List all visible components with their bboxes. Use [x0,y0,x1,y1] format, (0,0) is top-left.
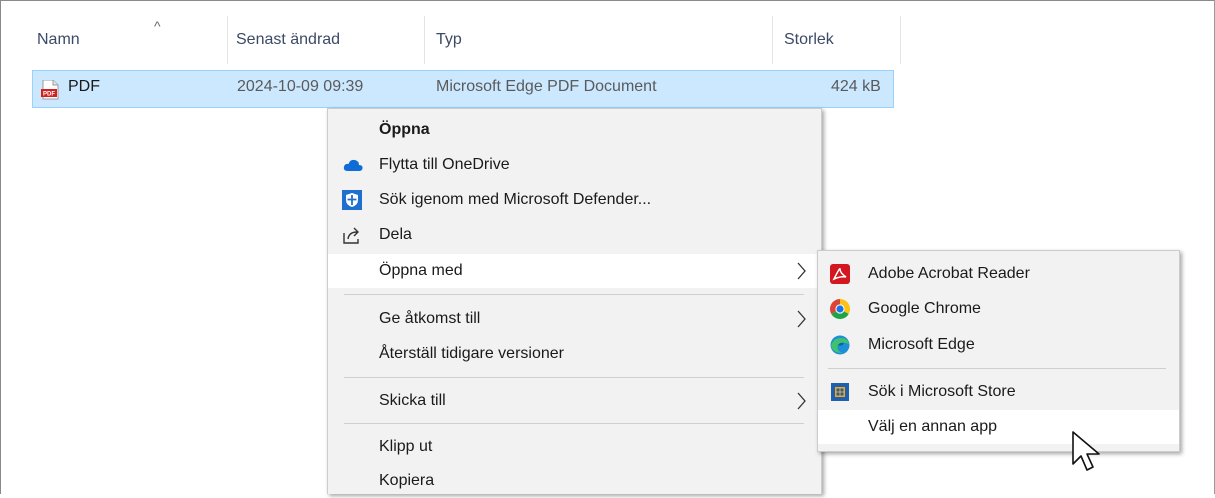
menu-separator [828,368,1166,369]
submenu-item-acrobat-label: Adobe Acrobat Reader [868,265,1030,282]
onedrive-cloud-icon [343,155,363,175]
menu-item-give-access-label: Ge åtkomst till [379,310,481,327]
menu-item-move-onedrive[interactable]: Flytta till OneDrive [328,148,821,182]
menu-item-open[interactable]: Öppna [328,113,821,147]
menu-item-share[interactable]: Dela [328,218,821,252]
submenu-item-edge-label: Microsoft Edge [868,336,975,353]
microsoft-store-icon [830,382,850,402]
defender-shield-icon [342,190,362,210]
column-header-size[interactable]: Storlek [784,16,900,64]
adobe-acrobat-icon [830,264,850,284]
menu-item-scan-defender[interactable]: Sök igenom med Microsoft Defender... [328,183,821,217]
submenu-item-other-app-label: Välj en annan app [868,418,997,435]
submenu-item-store-label: Sök i Microsoft Store [868,383,1016,400]
file-size: 424 kB [831,78,881,95]
svg-text:PDF: PDF [43,92,55,98]
column-header-modified[interactable]: Senast ändrad [236,16,424,64]
menu-item-restore-versions[interactable]: Återställ tidigare versioner [328,337,821,371]
submenu-item-chrome[interactable]: Google Chrome [818,292,1179,326]
chevron-right-icon [797,392,806,410]
context-menu: Öppna Flytta till OneDrive Sök igenom me… [327,108,822,494]
menu-separator [344,294,804,295]
file-type: Microsoft Edge PDF Document [436,78,657,95]
open-with-submenu: Adobe Acrobat Reader Google Chrome Micro… [817,250,1180,452]
column-header-type-label: Typ [436,31,462,48]
menu-item-move-onedrive-label: Flytta till OneDrive [379,156,510,173]
file-modified: 2024-10-09 09:39 [237,78,364,95]
column-header-size-label: Storlek [784,31,834,48]
menu-item-copy[interactable]: Kopiera [328,464,821,498]
menu-item-open-with-label: Öppna med [379,262,463,279]
chevron-right-icon [797,310,806,328]
menu-separator [344,423,804,424]
menu-item-share-label: Dela [379,226,412,243]
column-divider[interactable] [900,16,901,64]
pdf-file-icon: PDF [41,80,59,100]
submenu-item-acrobat[interactable]: Adobe Acrobat Reader [818,257,1179,291]
column-header-modified-label: Senast ändrad [236,31,341,48]
chevron-right-icon [797,262,806,280]
menu-item-open-with[interactable]: Öppna med [328,254,821,288]
column-divider[interactable] [424,16,425,64]
menu-item-give-access[interactable]: Ge åtkomst till [328,302,821,336]
submenu-item-store[interactable]: Sök i Microsoft Store [818,375,1179,409]
column-header-name[interactable]: Namn ^ [37,16,227,64]
menu-item-restore-versions-label: Återställ tidigare versioner [379,345,564,362]
mouse-cursor-icon [1072,431,1100,471]
menu-item-cut-label: Klipp ut [379,438,433,455]
menu-item-send-to[interactable]: Skicka till [328,384,821,418]
column-divider[interactable] [227,16,228,64]
menu-item-copy-label: Kopiera [379,472,435,489]
edge-icon [830,335,850,355]
column-header-name-label: Namn [37,31,80,48]
chrome-icon [830,299,850,319]
submenu-item-chrome-label: Google Chrome [868,300,981,317]
submenu-item-edge[interactable]: Microsoft Edge [818,328,1179,362]
submenu-item-other-app[interactable]: Välj en annan app [818,410,1179,444]
column-divider[interactable] [772,16,773,64]
sort-ascending-icon: ^ [154,18,161,34]
menu-item-open-label: Öppna [379,121,430,138]
menu-separator [344,377,804,378]
menu-item-send-to-label: Skicka till [379,392,446,409]
menu-item-cut[interactable]: Klipp ut [328,430,821,464]
share-icon [342,225,362,245]
file-name[interactable]: PDF [68,78,100,96]
menu-item-scan-defender-label: Sök igenom med Microsoft Defender... [379,191,652,208]
column-header-type[interactable]: Typ [436,16,772,64]
